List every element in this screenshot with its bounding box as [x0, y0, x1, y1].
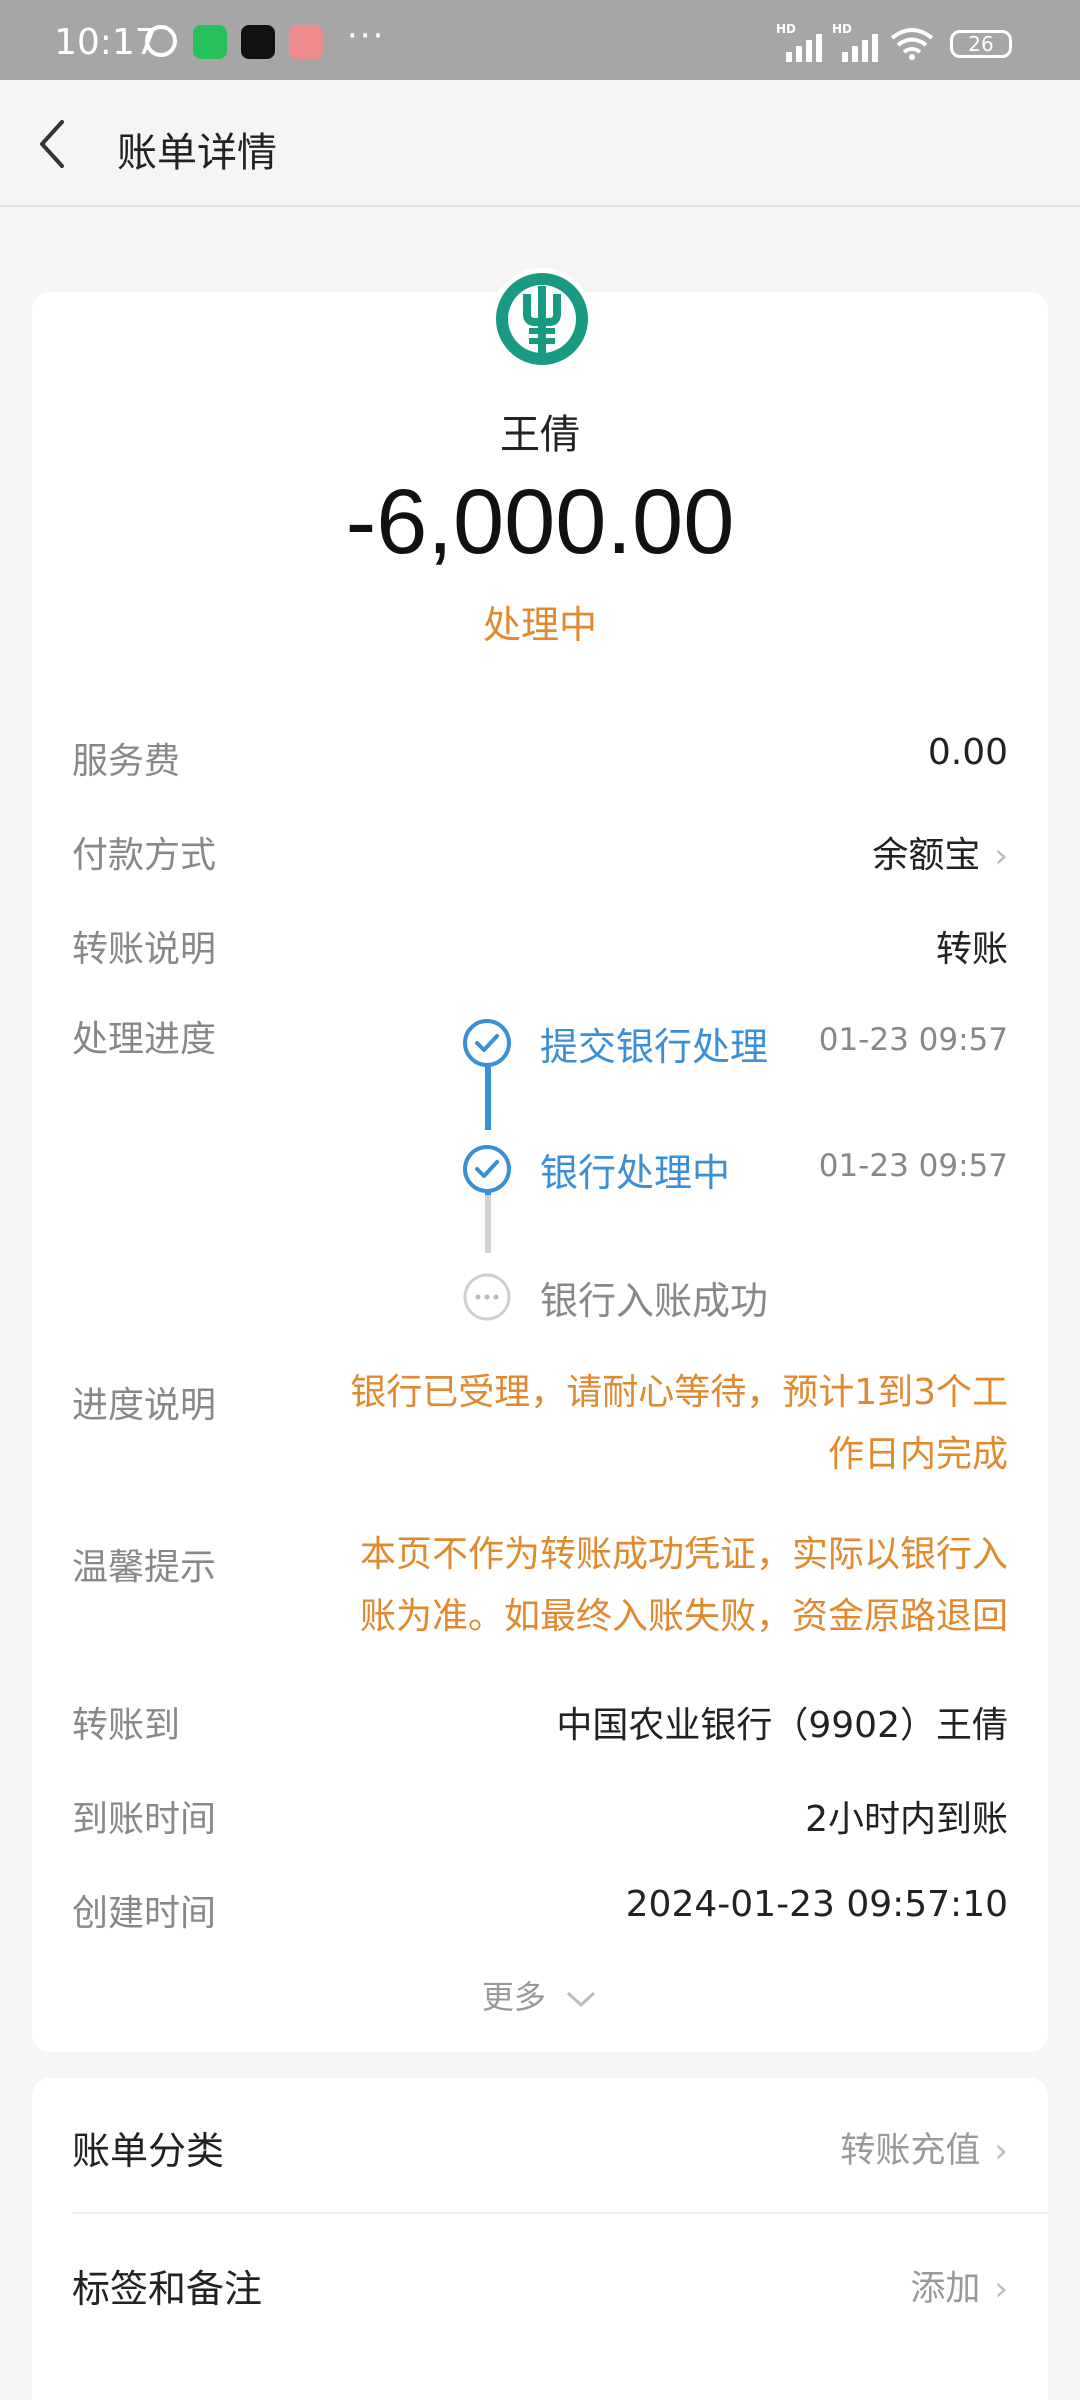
more-label: 更多 [481, 1978, 546, 2016]
transaction-amount: -6,000.00 [345, 471, 735, 573]
more-button[interactable]: 更多 [32, 1972, 1048, 2018]
step-pending-icon [463, 1273, 511, 1321]
tiktok-icon [241, 25, 275, 59]
signal-icon: HD [776, 22, 826, 62]
signal-icon-2: HD [832, 22, 882, 62]
tags-label: 标签和备注 [72, 2267, 263, 2311]
transfer-to-label: 转账到 [72, 1705, 181, 1746]
tip-label: 温馨提示 [72, 1547, 217, 1588]
category-label: 账单分类 [72, 2129, 225, 2173]
progress-desc-value: 银行已受理，请耐心等待，预计1到3个工 作日内完成 [350, 1372, 1008, 1475]
transfer-note-label: 转账说明 [72, 929, 217, 970]
page-title: 账单详情 [117, 130, 277, 176]
progress-line-pending [485, 1195, 491, 1253]
step-check-icon [463, 1145, 511, 1193]
service-fee-label: 服务费 [72, 741, 181, 782]
chevron-right-icon: › [994, 2131, 1008, 2171]
payee-name: 王倩 [500, 412, 580, 458]
more-notifications-icon: ··· [347, 16, 386, 56]
chevron-right-icon: › [994, 836, 1008, 876]
transfer-note-value: 转账 [935, 929, 1008, 970]
step-check-icon [463, 1019, 511, 1067]
progress-step-time: 01-23 09:57 [818, 1022, 1008, 1058]
arrival-time-value: 2小时内到账 [805, 1799, 1008, 1840]
status-bar: 10:17 ··· HD HD 26 [0, 0, 1080, 80]
alarm-icon [145, 25, 177, 57]
wechat-icon [193, 25, 227, 59]
bill-detail-card: 王倩 -6,000.00 处理中 服务费 0.00 付款方式 余额宝 › 转账说明… [32, 268, 1048, 2052]
service-fee-value: 0.00 [927, 732, 1008, 773]
app-notification-icon [289, 25, 323, 59]
battery-icon: 26 [950, 30, 1012, 58]
chevron-down-icon [567, 1991, 596, 2008]
title-bar: 账单详情 [0, 80, 1080, 207]
status-time: 10:17 [54, 22, 158, 63]
created-time-value: 2024-01-23 09:57:10 [625, 1884, 1008, 1925]
chevron-right-icon: › [994, 2269, 1008, 2309]
transaction-status: 处理中 [482, 603, 597, 647]
progress-label: 处理进度 [72, 1019, 217, 1060]
tip-value: 本页不作为转账成功凭证，实际以银行入 账为准。如最终入账失败，资金原路退回 [359, 1534, 1008, 1637]
wifi-icon [890, 28, 934, 60]
progress-step-time: 01-23 09:57 [818, 1148, 1008, 1184]
abc-bank-logo-icon [491, 268, 593, 370]
divider [72, 2212, 1048, 2214]
back-arrow-icon[interactable] [30, 116, 80, 172]
payment-method-text: 余额宝 [872, 835, 981, 876]
progress-step-label: 银行入账成功 [540, 1279, 769, 1323]
tags-value: 添加 › [910, 2269, 1008, 2309]
created-time-label: 创建时间 [72, 1893, 217, 1934]
transfer-to-value: 中国农业银行（9902）王倩 [556, 1705, 1008, 1746]
category-value: 转账充值 › [840, 2131, 1008, 2171]
progress-desc-label: 进度说明 [72, 1385, 217, 1426]
arrival-time-label: 到账时间 [72, 1799, 217, 1840]
payment-method-label: 付款方式 [72, 835, 217, 876]
payment-method-value[interactable]: 余额宝 › [872, 826, 1008, 878]
progress-step-label: 银行处理中 [540, 1151, 731, 1195]
bill-category-card: 账单分类 转账充值 › 标签和备注 添加 › [32, 2078, 1048, 2400]
progress-step-label: 提交银行处理 [540, 1025, 769, 1069]
